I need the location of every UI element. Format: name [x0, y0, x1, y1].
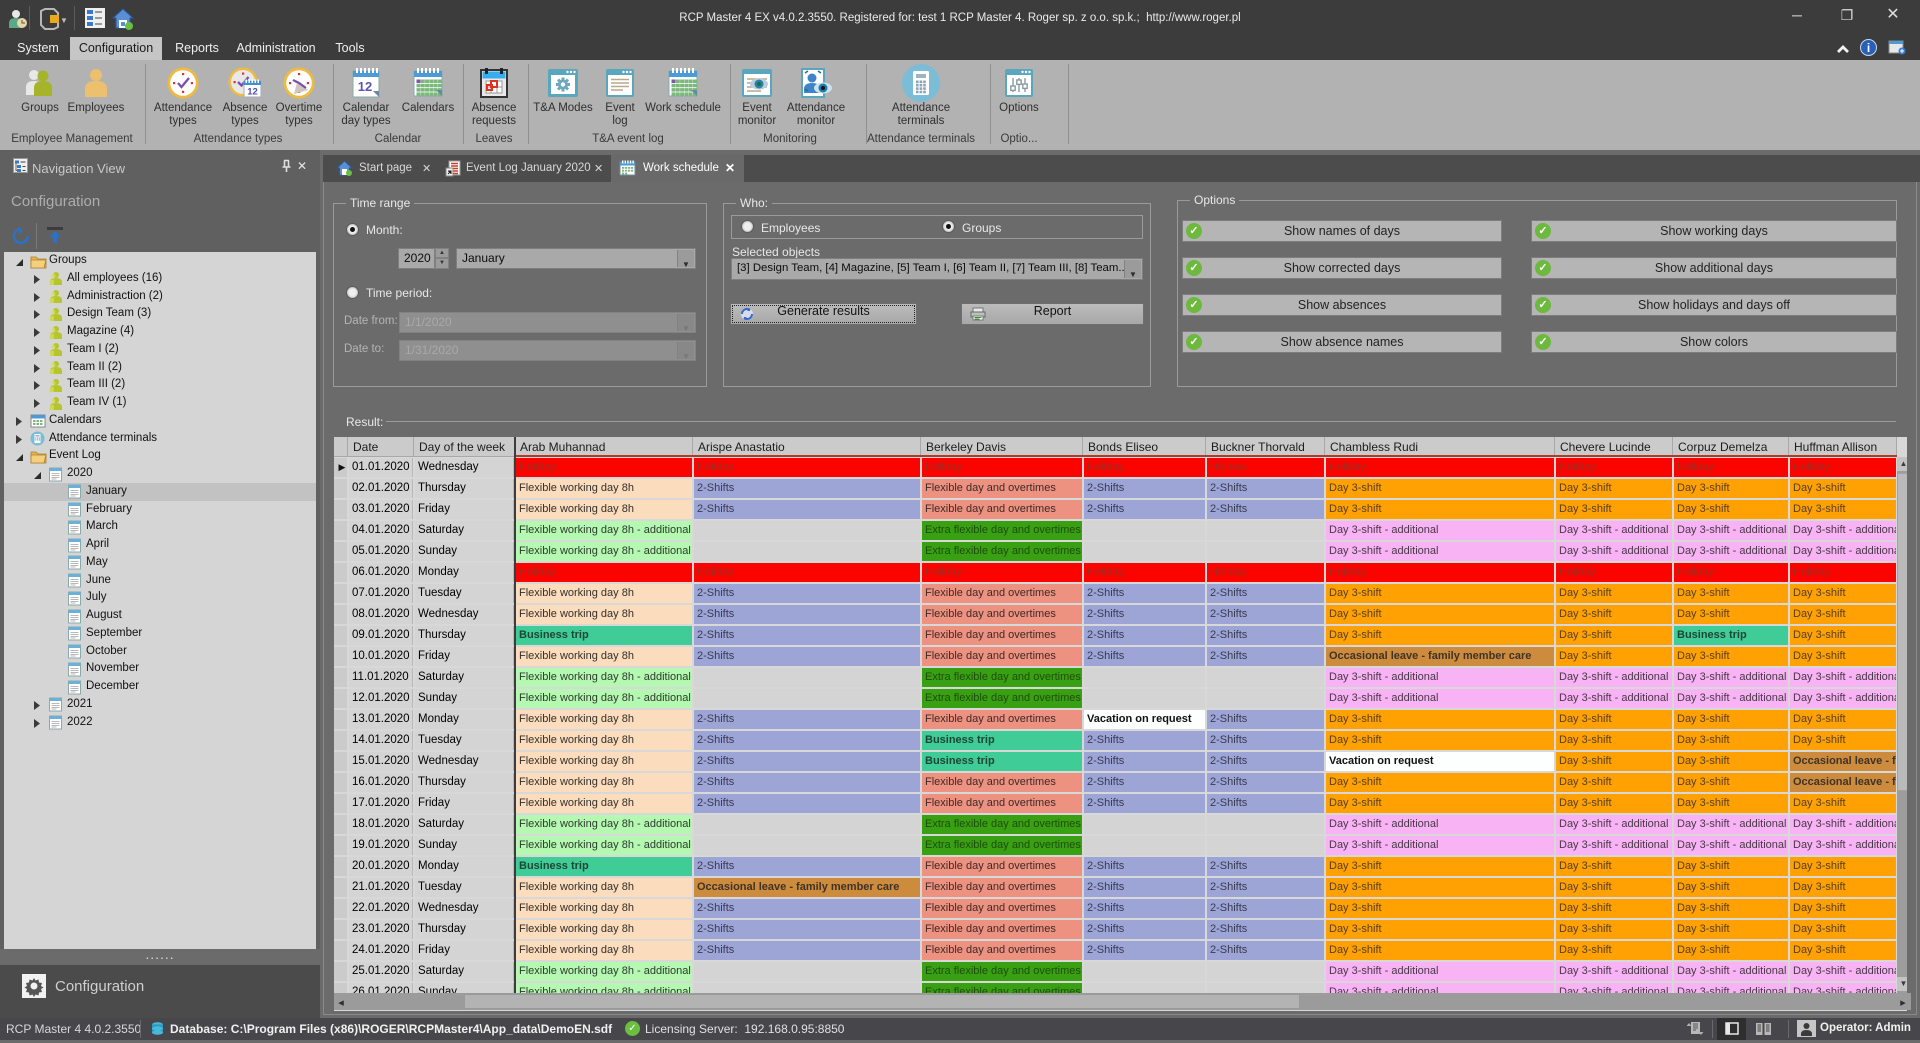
svg-text:12: 12 — [358, 79, 372, 94]
